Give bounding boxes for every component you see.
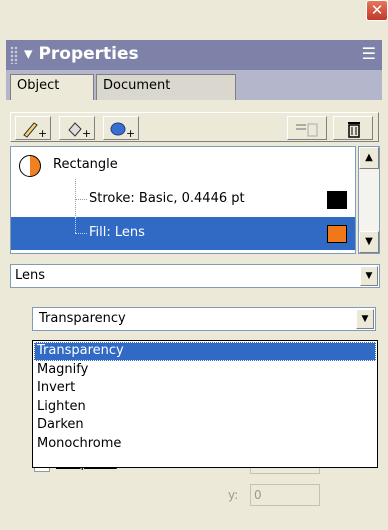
dropdown-option-invert[interactable]: Invert <box>34 379 376 398</box>
y-field[interactable]: 0 <box>250 484 320 506</box>
add-stroke-icon: + <box>23 122 46 138</box>
add-effect-icon: + <box>110 122 134 138</box>
close-icon: ✕ <box>370 1 384 19</box>
attribute-label: Fill: Lens <box>89 225 145 240</box>
add-effect-button[interactable]: + <box>103 116 139 140</box>
add-fill-button[interactable]: + <box>59 116 95 140</box>
rectangle-object-icon <box>19 155 41 177</box>
scroll-up-icon[interactable]: ▲ <box>359 147 379 169</box>
tab-object[interactable]: Object <box>10 74 94 100</box>
tab-strip: Object Document <box>6 70 382 100</box>
dropdown-option-monochrome[interactable]: Monochrome <box>34 435 376 454</box>
delete-button[interactable] <box>333 116 373 140</box>
delete-disabled-button[interactable] <box>287 116 327 140</box>
dropdown-option-darken[interactable]: Darken <box>34 416 376 435</box>
tree-line <box>75 233 87 234</box>
lens-type-select[interactable]: Transparency ▼ <box>32 307 376 331</box>
panel-menu-icon[interactable]: ☰ <box>362 44 376 63</box>
grip-icon[interactable] <box>10 46 18 64</box>
attribute-list: Rectangle Stroke: Basic, 0.4446 pt Fill:… <box>10 146 356 254</box>
add-fill-icon: + <box>68 122 90 138</box>
scroll-down-icon[interactable]: ▼ <box>359 231 379 253</box>
tree-line <box>75 179 76 216</box>
attribute-row-rectangle[interactable]: Rectangle <box>11 149 355 182</box>
attribute-label: Stroke: Basic, 0.4446 pt <box>89 191 245 206</box>
attribute-row-stroke[interactable]: Stroke: Basic, 0.4446 pt <box>11 179 355 216</box>
lens-settings: Transparency ▼ Snapshot x: 0 y: 0 Transp… <box>16 296 378 512</box>
y-label: y: <box>228 488 239 502</box>
trash-icon <box>348 122 360 138</box>
attribute-list-scrollbar[interactable]: ▲ ▼ <box>358 146 380 254</box>
fill-type-select[interactable]: Lens ▼ <box>10 264 380 288</box>
svg-text:+: + <box>82 127 90 138</box>
add-stroke-button[interactable]: + <box>15 116 51 140</box>
fill-color-swatch[interactable] <box>327 225 347 243</box>
panel-header[interactable]: ▾ Properties ☰ <box>6 40 382 70</box>
chevron-down-icon[interactable]: ▼ <box>360 266 378 286</box>
dropdown-option-transparency[interactable]: Transparency <box>34 342 376 361</box>
svg-text:+: + <box>38 127 46 138</box>
tree-line <box>75 199 87 200</box>
lens-type-dropdown: Transparency Magnify Invert Lighten Dark… <box>32 340 378 468</box>
tree-line <box>75 217 76 233</box>
delete-disabled-icon <box>296 123 318 137</box>
attribute-label: Rectangle <box>53 157 118 172</box>
stroke-color-swatch[interactable] <box>327 191 347 209</box>
lens-type-value: Transparency <box>39 311 126 326</box>
tab-document[interactable]: Document <box>96 74 236 100</box>
svg-text:+: + <box>126 127 134 138</box>
dropdown-option-magnify[interactable]: Magnify <box>34 361 376 380</box>
panel-title[interactable]: ▾ Properties <box>24 44 139 64</box>
chevron-down-icon[interactable]: ▼ <box>356 309 374 329</box>
attribute-row-fill[interactable]: Fill: Lens <box>11 217 355 250</box>
attribute-toolbar: + + + <box>10 112 379 142</box>
close-button[interactable]: ✕ <box>366 0 388 21</box>
dropdown-option-lighten[interactable]: Lighten <box>34 398 376 417</box>
fill-type-value: Lens <box>15 268 46 283</box>
